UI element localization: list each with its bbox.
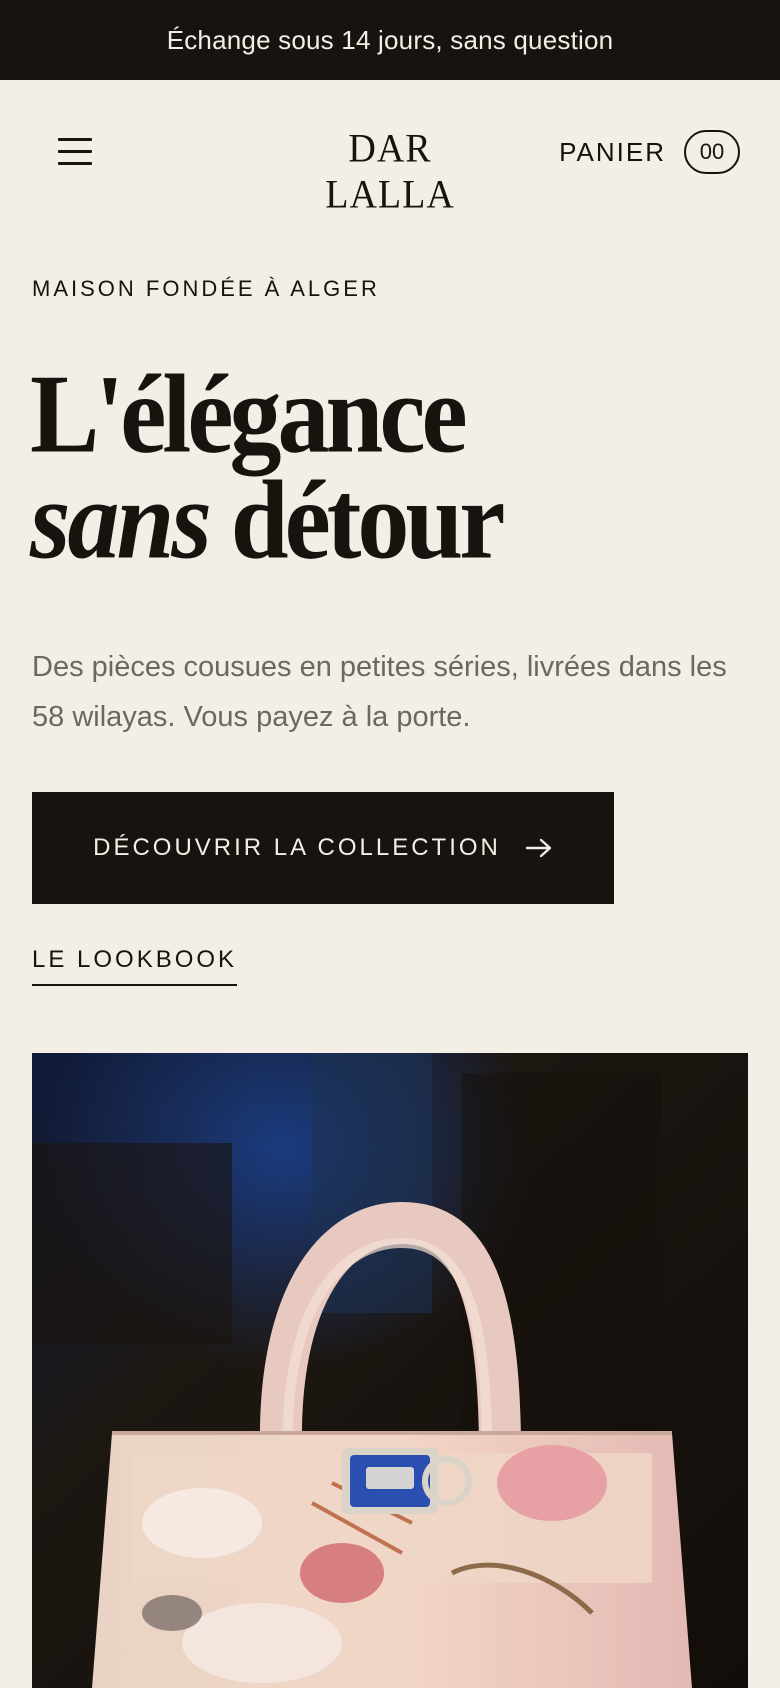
lookbook-link[interactable]: LE LOOKBOOK bbox=[32, 946, 238, 986]
announcement-bar: Échange sous 14 jours, sans question bbox=[0, 0, 780, 80]
hero-subtitle: Des pièces cousues en petites séries, li… bbox=[32, 651, 727, 733]
cart-label: PANIER bbox=[559, 136, 666, 167]
hero-headline: L'élégance sans détour bbox=[30, 358, 505, 576]
cart-button[interactable]: PANIER 00 bbox=[559, 130, 740, 174]
hero-eyebrow: MAISON FONDÉE À ALGER bbox=[32, 276, 380, 301]
arrow-right-icon bbox=[525, 838, 552, 858]
cta-label: DÉCOUVRIR LA COLLECTION bbox=[93, 834, 501, 861]
site-logo[interactable]: DAR LALLA bbox=[290, 126, 490, 218]
discover-collection-button[interactable]: DÉCOUVRIR LA COLLECTION bbox=[32, 792, 614, 904]
hamburger-menu-icon[interactable] bbox=[58, 136, 94, 168]
site-header: DAR LALLA PANIER 00 bbox=[0, 80, 780, 224]
hero-product-image bbox=[32, 1053, 748, 1688]
headline-italic-word: sans bbox=[30, 458, 212, 583]
announcement-text: Échange sous 14 jours, sans question bbox=[166, 24, 614, 55]
cart-count-badge: 00 bbox=[684, 130, 740, 174]
headline-line-2: détour bbox=[230, 458, 506, 583]
